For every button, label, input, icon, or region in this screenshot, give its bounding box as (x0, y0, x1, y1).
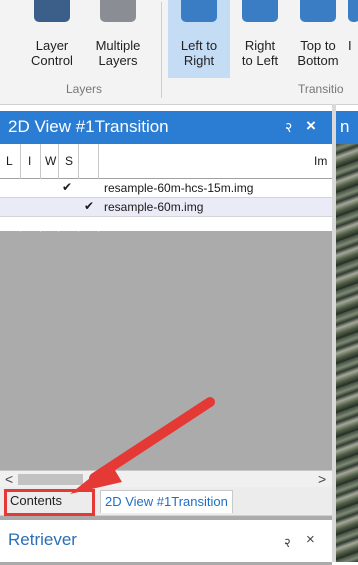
annotation-arrow-icon (70, 397, 215, 494)
